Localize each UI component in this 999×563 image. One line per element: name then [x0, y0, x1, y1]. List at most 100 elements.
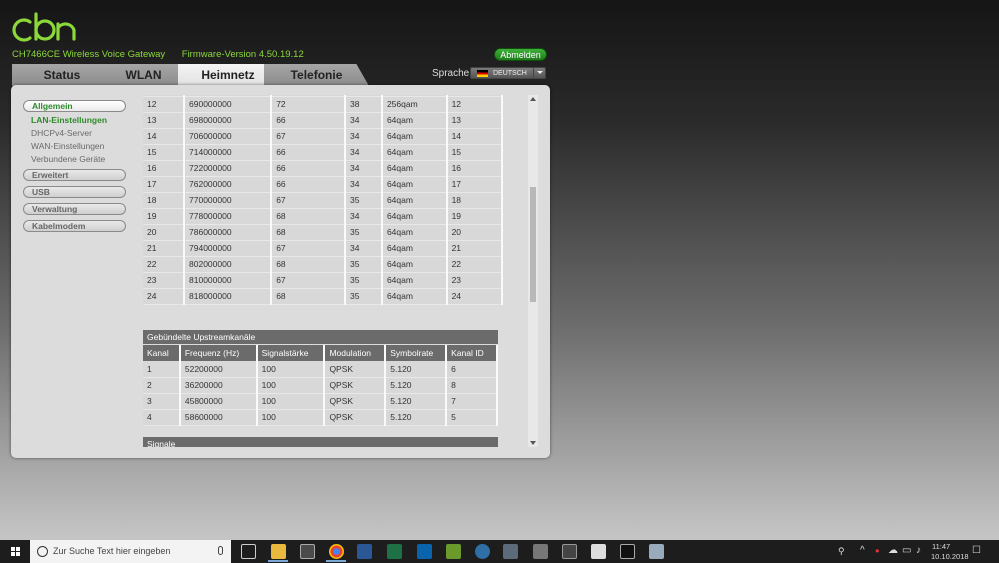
excel-icon[interactable]	[387, 544, 402, 559]
table-cell: 22	[446, 256, 504, 273]
table-cell: 256qam	[381, 96, 448, 113]
table-cell: 100	[256, 361, 326, 378]
language-select[interactable]: DEUTSCH	[470, 67, 546, 79]
app-icon[interactable]	[562, 544, 577, 559]
table-cell: 64qam	[381, 128, 448, 145]
table-cell: 66	[271, 144, 347, 161]
chrome-icon[interactable]	[329, 544, 344, 559]
tab-heimnetz[interactable]: Heimnetz	[178, 64, 278, 86]
column-header: Frequenz (Hz)	[179, 345, 258, 361]
notification-dot-icon[interactable]: ●	[875, 546, 880, 555]
table-cell: 68	[271, 208, 347, 225]
table-cell: 38	[345, 96, 383, 113]
table-row: 4 58600000 100 QPSK 5.120 5	[143, 409, 498, 426]
scroll-up-arrow-icon[interactable]	[530, 97, 536, 101]
content-scrollbar[interactable]	[528, 95, 538, 447]
table-cell: 64qam	[381, 224, 448, 241]
task-view-icon[interactable]	[241, 544, 256, 559]
table-cell: 64qam	[381, 112, 448, 129]
tab-telefonie[interactable]: Telefonie	[264, 64, 369, 86]
cbn-logo	[12, 12, 76, 42]
table-cell: 794000000	[184, 240, 273, 257]
table-cell: 5.120	[385, 361, 448, 378]
table-cell: 2	[143, 377, 181, 394]
sidebar-item-usb[interactable]: USB	[23, 186, 126, 198]
table-row: 20 786000000 68 35 64qam 20	[143, 224, 504, 241]
table-cell: 18	[143, 192, 186, 209]
sidebar-item-allgemein[interactable]: Allgemein	[23, 100, 126, 112]
firmware-version: Firmware-Version 4.50.19.12	[181, 49, 304, 60]
sidebar-item-kabelmodem[interactable]: Kabelmodem	[23, 220, 126, 232]
table-cell: 24	[446, 288, 504, 305]
main-panel: Allgemein LAN-Einstellungen DHCPv4-Serve…	[11, 85, 550, 458]
sidebar-item-lan-einstellungen[interactable]: LAN-Einstellungen	[23, 114, 139, 127]
column-header: Symbolrate	[385, 345, 448, 361]
app-icon[interactable]	[446, 544, 461, 559]
downstream-table: 12 690000000 72 38 256qam 12 13 698000000 66 34 64…	[143, 95, 504, 305]
table-cell: 64qam	[381, 240, 448, 257]
network-app-icon[interactable]	[503, 544, 518, 559]
store-icon[interactable]	[300, 544, 315, 559]
volume-icon[interactable]: ♪	[916, 545, 921, 556]
sidebar-item-wan-einstellungen[interactable]: WAN-Einstellungen	[23, 140, 139, 153]
table-row: 18 770000000 67 35 64qam 18	[143, 192, 504, 209]
app-icon[interactable]	[475, 544, 490, 559]
language-label: Sprache	[432, 68, 470, 79]
table-cell: 34	[345, 160, 383, 177]
scroll-thumb[interactable]	[530, 187, 536, 302]
cloud-icon[interactable]: ☁	[888, 545, 898, 556]
table-cell: 34	[345, 208, 383, 225]
upstream-header-row: Kanal Frequenz (Hz) Signalstärke Modulat…	[143, 345, 498, 361]
outlook-icon[interactable]	[417, 544, 432, 559]
file-explorer-icon[interactable]	[271, 544, 286, 559]
table-row: 21 794000000 67 34 64qam 21	[143, 240, 504, 257]
sidebar-item-erweitert[interactable]: Erweitert	[23, 169, 126, 181]
table-row: 3 45800000 100 QPSK 5.120 7	[143, 393, 498, 410]
table-cell: 21	[446, 240, 504, 257]
table-cell: 23	[446, 272, 504, 289]
language-value: DEUTSCH	[493, 70, 527, 77]
clock-time[interactable]: 11:47	[932, 542, 950, 551]
table-cell: 5.120	[385, 393, 448, 410]
sidebar-item-verwaltung[interactable]: Verwaltung	[23, 203, 126, 215]
table-cell: 67	[271, 272, 347, 289]
table-cell: 15	[446, 144, 504, 161]
table-cell: 35	[345, 192, 383, 209]
table-cell: 66	[271, 160, 347, 177]
chevron-up-icon[interactable]: ^	[860, 545, 865, 556]
battery-icon[interactable]: ▭	[902, 545, 911, 556]
table-cell: 6	[446, 361, 498, 378]
table-cell: 17	[446, 176, 504, 193]
microphone-icon[interactable]	[218, 546, 223, 555]
table-cell: 18	[446, 192, 504, 209]
cortana-icon	[37, 546, 48, 557]
sidebar-item-verbundene-geraete[interactable]: Verbundene Geräte	[23, 153, 139, 166]
photos-icon[interactable]	[591, 544, 606, 559]
table-cell: 770000000	[184, 192, 273, 209]
scroll-down-arrow-icon[interactable]	[530, 441, 536, 445]
column-header: Modulation	[324, 345, 387, 361]
action-center-icon[interactable]: ☐	[972, 545, 981, 556]
table-cell: QPSK	[324, 361, 387, 378]
terminal-icon[interactable]	[620, 544, 635, 559]
app-icon[interactable]	[649, 544, 664, 559]
table-cell: 15	[143, 144, 186, 161]
people-icon[interactable]: ⚲	[838, 546, 845, 557]
start-button[interactable]	[0, 540, 30, 563]
sidebar-item-dhcpv4-server[interactable]: DHCPv4-Server	[23, 127, 139, 140]
calculator-icon[interactable]	[533, 544, 548, 559]
table-cell: 64qam	[381, 256, 448, 273]
logout-button[interactable]: Abmelden	[494, 48, 547, 61]
table-cell: 802000000	[184, 256, 273, 273]
clock-date[interactable]: 10.10.2018	[931, 552, 969, 561]
table-cell: 17	[143, 176, 186, 193]
table-cell: QPSK	[324, 393, 387, 410]
chevron-down-icon[interactable]	[533, 68, 545, 78]
table-cell: 35	[345, 288, 383, 305]
tab-wlan[interactable]: WLAN	[96, 64, 191, 86]
word-icon[interactable]	[357, 544, 372, 559]
table-cell: 818000000	[184, 288, 273, 305]
signale-section-title: Signale	[143, 437, 498, 447]
taskbar-search-box[interactable]: Zur Suche Text hier eingeben	[30, 540, 231, 563]
table-cell: 64qam	[381, 144, 448, 161]
